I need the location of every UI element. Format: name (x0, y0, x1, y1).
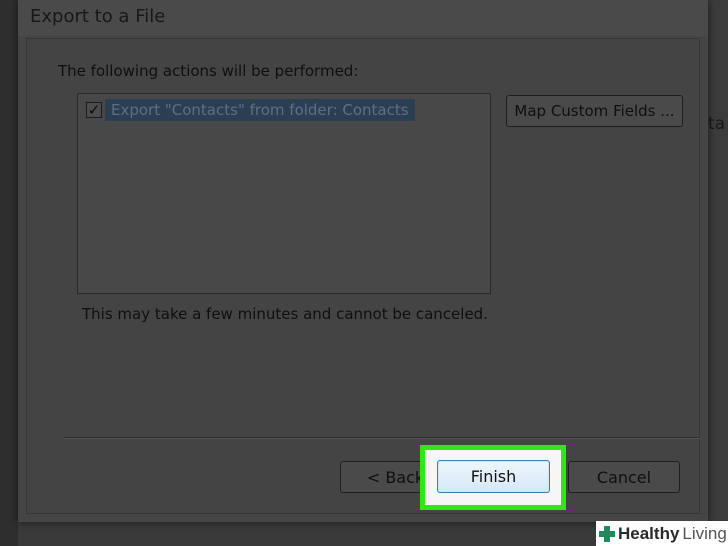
map-custom-fields-button[interactable]: Map Custom Fields ... (506, 95, 683, 127)
cancel-button[interactable]: Cancel (568, 461, 680, 493)
watermark-logo: Healthy Living (596, 521, 728, 546)
dialog-title-bar[interactable]: Export to a File (18, 0, 708, 36)
background-right-text: ta (708, 114, 726, 134)
dialog-title: Export to a File (30, 6, 166, 27)
actions-label: The following actions will be performed: (58, 62, 359, 80)
duration-note: This may take a few minutes and cannot b… (82, 305, 488, 323)
plus-cross-icon (598, 525, 616, 543)
export-dialog: Export to a File The following actions w… (18, 0, 708, 522)
checkmark-icon: ✓ (87, 101, 101, 119)
list-item-label[interactable]: Export "Contacts" from folder: Contacts (105, 99, 415, 121)
background-right-edge (706, 0, 728, 546)
watermark-brand-light: Living (682, 523, 727, 543)
list-item[interactable]: ✓ Export "Contacts" from folder: Contact… (86, 98, 415, 122)
background-left-edge (0, 0, 18, 546)
finish-button[interactable]: Finish (437, 460, 550, 493)
watermark-brand-bold: Healthy (618, 523, 680, 543)
actions-list[interactable]: ✓ Export "Contacts" from folder: Contact… (77, 93, 491, 294)
export-checkbox[interactable]: ✓ (86, 102, 102, 118)
footer-separator (64, 437, 700, 439)
